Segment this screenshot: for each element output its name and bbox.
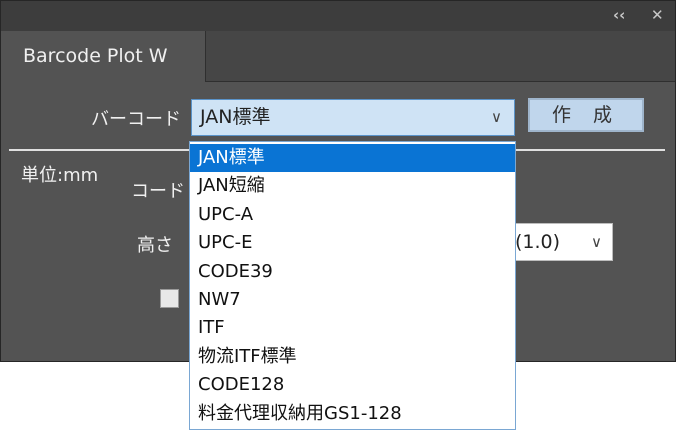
panel-titlebar: ‹‹ ✕ xyxy=(1,1,675,31)
dropdown-option[interactable]: 物流ITF標準 xyxy=(190,343,515,371)
dropdown-option[interactable]: ITF xyxy=(190,314,515,342)
chevron-down-icon: ∨ xyxy=(491,108,502,126)
ratio-value: (1.0) xyxy=(515,231,561,253)
create-button[interactable]: 作 成 xyxy=(528,98,644,132)
dropdown-option[interactable]: CODE128 xyxy=(190,371,515,399)
code-label: コード xyxy=(131,181,185,202)
barcode-type-dropdown-list: JAN標準 JAN短縮 UPC-A UPC-E CODE39 NW7 ITF 物… xyxy=(189,141,516,430)
dropdown-option[interactable]: UPC-E xyxy=(190,229,515,257)
tab-barcode-plot[interactable]: Barcode Plot W xyxy=(3,31,206,82)
dropdown-option[interactable]: JAN標準 xyxy=(190,144,515,172)
close-icon[interactable]: ✕ xyxy=(651,5,664,25)
barcode-type-select[interactable]: JAN標準 ∨ xyxy=(191,99,515,136)
option-checkbox[interactable] xyxy=(160,289,179,308)
barcode-type-label: バーコード xyxy=(91,109,181,130)
height-label: 高さ xyxy=(137,235,173,256)
ratio-select[interactable]: (1.0) ∨ xyxy=(506,223,613,261)
dropdown-option[interactable]: UPC-A xyxy=(190,201,515,229)
dropdown-option[interactable]: CODE39 xyxy=(190,258,515,286)
dropdown-option[interactable]: 料金代理収納用GS1-128 xyxy=(190,400,515,428)
barcode-type-value: JAN標準 xyxy=(200,106,271,128)
tabstrip-background xyxy=(206,31,675,82)
dropdown-option[interactable]: NW7 xyxy=(190,286,515,314)
unit-label: 単位:mm xyxy=(21,165,99,186)
collapse-icon[interactable]: ‹‹ xyxy=(613,5,625,25)
dropdown-option[interactable]: JAN短縮 xyxy=(190,172,515,200)
chevron-down-icon: ∨ xyxy=(591,233,602,251)
